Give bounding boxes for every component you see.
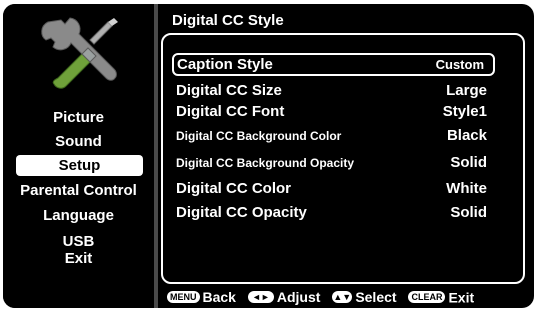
setting-value: Custom [435,57,484,72]
setting-label: Digital CC Background Opacity [176,156,355,170]
sidebar-item-sound[interactable]: Sound [3,132,154,151]
sidebar: Picture Sound Setup Parental Control Lan… [3,4,154,308]
wrench-screwdriver-icon [41,17,118,89]
setting-label: Caption Style [177,56,273,73]
left-right-arrow-icon: ◄► [247,291,274,304]
setting-label: Digital CC Opacity [176,204,307,221]
key-hint-bar: MENU Back ◄► Adjust ▲▼ Select CLEAR Exit [167,287,474,305]
sidebar-item-exit[interactable]: Exit [3,249,154,268]
sidebar-item-picture[interactable]: Picture [3,108,154,127]
up-down-arrow-icon: ▲▼ [332,291,353,304]
setting-label: Digital CC Background Color [176,129,342,143]
setting-row-cc-color[interactable]: Digital CC Color White [172,178,495,200]
select-hint: Select [355,289,397,306]
sidebar-divider [154,4,158,308]
exit-hint: Exit [448,289,475,306]
setting-value: Black [446,127,487,144]
setting-row-cc-background-color[interactable]: Digital CC Background Color Black [172,125,495,147]
setting-row-cc-font[interactable]: Digital CC Font Style1 [172,101,495,123]
sidebar-item-setup[interactable]: Setup [16,155,143,176]
adjust-hint: Adjust [276,289,321,306]
setting-value: Solid [450,204,487,221]
setting-row-cc-opacity[interactable]: Digital CC Opacity Solid [172,202,495,224]
setting-label: Digital CC Color [176,180,291,197]
setting-value: Style1 [442,103,487,120]
setting-value: White [446,180,487,197]
sidebar-item-language[interactable]: Language [3,206,154,225]
back-hint: Back [202,289,236,306]
setting-label: Digital CC Font [176,103,285,120]
setting-row-caption-style[interactable]: Caption Style Custom [172,53,495,76]
setting-value: Solid [450,154,487,171]
menu-key-icon: MENU [167,291,200,304]
sidebar-item-parental-control[interactable]: Parental Control [3,181,154,200]
setting-value: Large [446,82,487,99]
page-title: Digital CC Style [172,12,284,29]
tv-osd-menu: Picture Sound Setup Parental Control Lan… [3,4,534,308]
setting-row-cc-background-opacity[interactable]: Digital CC Background Opacity Solid [172,152,495,174]
setting-row-cc-size[interactable]: Digital CC Size Large [172,80,495,102]
clear-key-icon: CLEAR [408,291,446,304]
setting-label: Digital CC Size [176,82,282,99]
